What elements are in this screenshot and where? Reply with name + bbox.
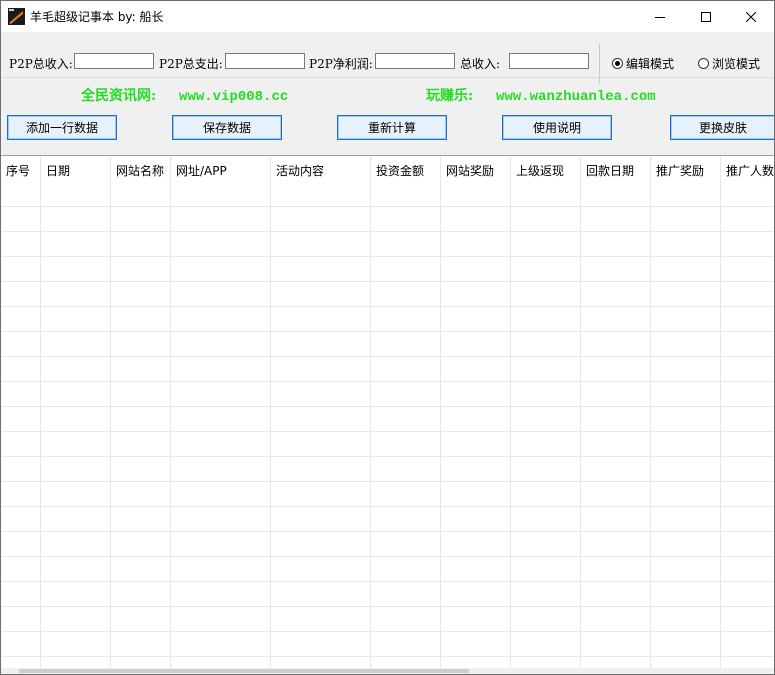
- minimize-button[interactable]: [637, 1, 683, 32]
- p2p-total-expense-label: P2P总支出:: [159, 57, 223, 71]
- table-row: [1, 556, 774, 557]
- table-column: 投资金额: [371, 156, 441, 670]
- p2p-total-expense-input[interactable]: [225, 53, 305, 69]
- table-column: 网站名称: [111, 156, 171, 670]
- table-row: [1, 331, 774, 332]
- p2p-net-profit-input[interactable]: [375, 53, 455, 69]
- total-income-input[interactable]: [509, 53, 589, 69]
- promo-site1-name: 全民资讯网:: [81, 88, 157, 104]
- title-bar[interactable]: 羊毛超级记事本 by: 船长: [1, 1, 774, 32]
- window-title: 羊毛超级记事本 by: 船长: [30, 10, 164, 24]
- table-row: [1, 506, 774, 507]
- column-header[interactable]: 网站奖励: [446, 162, 494, 179]
- column-header[interactable]: 网址/APP: [176, 162, 227, 179]
- toolbar-bottom-divider: [1, 77, 774, 78]
- table-row: [1, 581, 774, 582]
- table-column: 活动内容: [271, 156, 371, 670]
- total-income-label: 总收入:: [460, 57, 501, 71]
- table-column: 网址/APP: [171, 156, 271, 670]
- column-header[interactable]: 网站名称: [116, 162, 164, 179]
- promo-site1: 全民资讯网: www.vip008.cc: [81, 85, 288, 105]
- table-row: [1, 256, 774, 257]
- notebook-app-icon: [8, 8, 25, 25]
- table-row: [1, 431, 774, 432]
- table-column: 推广奖励: [651, 156, 721, 670]
- table-column: 回款日期: [581, 156, 651, 670]
- column-header[interactable]: 推广人数: [726, 162, 774, 179]
- edit-mode-label: 编辑模式: [626, 57, 675, 71]
- column-header[interactable]: 推广奖励: [656, 162, 704, 179]
- table-row: [1, 631, 774, 632]
- data-table[interactable]: 序号 日期 网站名称 网址/APP 活动内容 投资金额 网站奖励 上级返现 回款日期 推广奖励 推广…: [1, 155, 774, 670]
- table-column: 序号: [1, 156, 41, 670]
- table-row: [1, 406, 774, 407]
- table-column: 网站奖励: [441, 156, 511, 670]
- table-row: [1, 306, 774, 307]
- table-row: [1, 231, 774, 232]
- table-row: [1, 381, 774, 382]
- p2p-total-income-label: P2P总收入:: [9, 57, 73, 71]
- table-column: 上级返现: [511, 156, 581, 670]
- promo-site2-url: www.wanzhuanlea.com: [496, 89, 656, 105]
- table-row: [1, 456, 774, 457]
- browse-mode-radio[interactable]: 浏览模式: [698, 55, 760, 72]
- table-row: [1, 281, 774, 282]
- p2p-net-profit-label: P2P净利润:: [309, 57, 373, 71]
- radio-unselected-icon: [698, 58, 709, 69]
- close-icon: [746, 11, 756, 22]
- table-row: [1, 481, 774, 482]
- maximize-button[interactable]: [683, 1, 729, 32]
- horizontal-scrollbar[interactable]: [1, 668, 774, 674]
- p2p-total-income-input[interactable]: [74, 53, 154, 69]
- save-data-button[interactable]: 保存数据: [172, 115, 282, 140]
- table-row: [1, 531, 774, 532]
- app-window: 羊毛超级记事本 by: 船长 P2P总收入: P2P总支出: P2P净利润: 总…: [0, 0, 775, 675]
- change-skin-button[interactable]: 更换皮肤: [670, 115, 774, 140]
- promo-site1-url: www.vip008.cc: [179, 89, 289, 105]
- table-column: 推广人数: [721, 156, 774, 670]
- maximize-icon: [701, 11, 711, 22]
- table-row: [1, 206, 774, 207]
- close-button[interactable]: [728, 1, 774, 32]
- table-row: [1, 356, 774, 357]
- column-header[interactable]: 活动内容: [276, 162, 324, 179]
- radio-selected-icon: [612, 58, 623, 69]
- instructions-button[interactable]: 使用说明: [502, 115, 612, 140]
- browse-mode-label: 浏览模式: [712, 57, 761, 71]
- scrollbar-thumb[interactable]: [19, 669, 469, 673]
- recalculate-button[interactable]: 重新计算: [337, 115, 447, 140]
- column-header[interactable]: 日期: [46, 162, 70, 179]
- column-header[interactable]: 回款日期: [586, 162, 634, 179]
- table-row: [1, 606, 774, 607]
- table-column: 日期: [41, 156, 111, 670]
- column-header[interactable]: 序号: [6, 162, 30, 179]
- column-header[interactable]: 上级返现: [516, 162, 564, 179]
- table-row: [1, 656, 774, 657]
- add-row-button[interactable]: 添加一行数据: [7, 115, 117, 140]
- promo-site2-name: 玩赚乐:: [426, 88, 474, 104]
- edit-mode-radio[interactable]: 编辑模式: [612, 55, 674, 72]
- promo-site2: 玩赚乐: www.wanzhuanlea.com: [426, 85, 656, 105]
- column-header[interactable]: 投资金额: [376, 162, 424, 179]
- minimize-icon: [655, 16, 665, 18]
